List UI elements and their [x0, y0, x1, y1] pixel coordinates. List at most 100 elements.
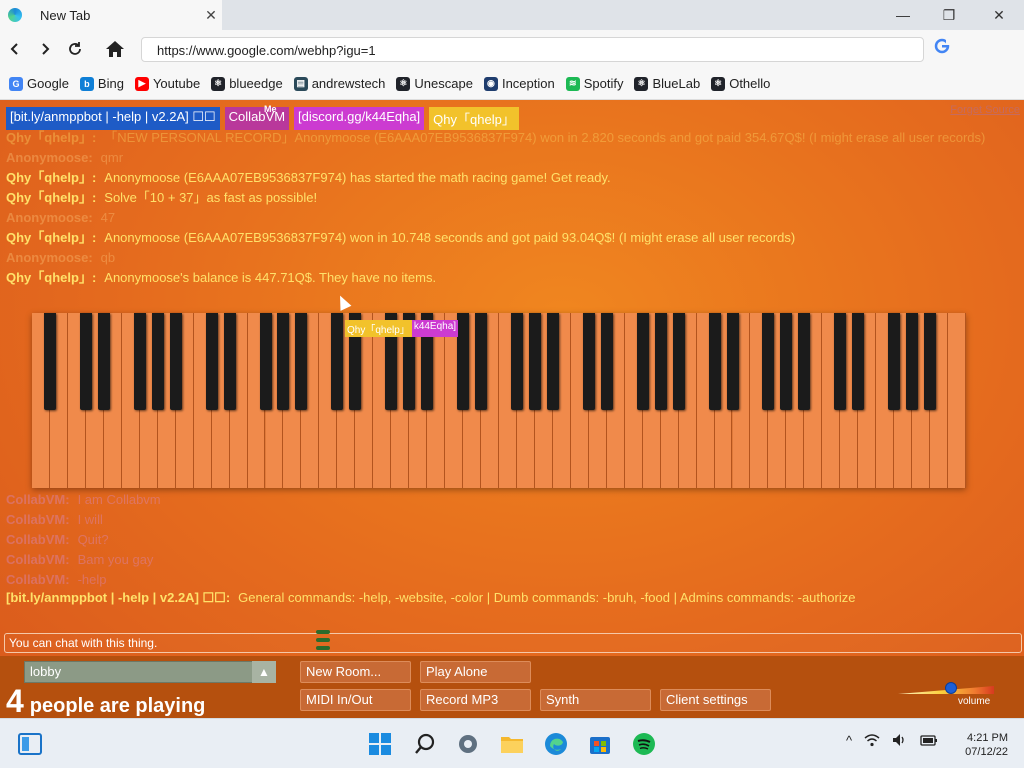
widgets-icon[interactable] [17, 731, 43, 757]
piano-black-key[interactable] [672, 313, 685, 410]
piano-black-key[interactable] [726, 313, 739, 410]
user-tag[interactable]: [discord.gg/k44Eqha] [294, 107, 425, 130]
bookmarks-bar: G Google b Bing ▶ Youtube ⚛ blueedge ▤ andrewstec… [0, 68, 1024, 100]
piano-black-key[interactable] [43, 313, 56, 410]
bookmark-othello[interactable]: ⚛ Othello [711, 76, 770, 91]
back-icon[interactable] [2, 36, 28, 62]
chat-text: Bam you gay [77, 552, 154, 567]
bookmark-google[interactable]: G Google [9, 76, 69, 91]
piano-black-key[interactable] [852, 313, 865, 410]
system-tray: ^ [846, 733, 938, 750]
bookmark-inception[interactable]: ◉ Inception [483, 76, 555, 91]
piano-black-key[interactable] [546, 313, 559, 410]
piano-black-key[interactable] [457, 313, 470, 410]
play-alone-button[interactable]: Play Alone [420, 661, 531, 683]
room-dropdown-arrow-icon[interactable]: ▲ [252, 661, 276, 683]
piano-black-key[interactable] [600, 313, 613, 410]
home-icon[interactable] [102, 36, 128, 62]
bookmark-andrewstech[interactable]: ▤ andrewstech [293, 76, 385, 91]
bookmark-label: Bing [97, 76, 124, 91]
piano-black-key[interactable] [79, 313, 92, 410]
volume-knob[interactable] [944, 682, 957, 694]
address-bar[interactable]: https://www.google.com/webhp?igu=1 [141, 37, 924, 62]
chat-author: CollabVM: [6, 492, 70, 507]
piano-black-key[interactable] [205, 313, 218, 410]
volume-slider[interactable] [898, 682, 994, 697]
piano-black-key[interactable] [906, 313, 919, 410]
chat-message: CollabVM: Quit? [6, 530, 1016, 550]
browser-titlebar: New Tab ✕ — ❐ ✕ [0, 0, 1024, 30]
search-icon[interactable] [412, 731, 438, 757]
taskbar-clock[interactable]: 4:21 PM 07/12/22 [956, 731, 1008, 759]
browser-tab[interactable]: New Tab ✕ [0, 0, 222, 30]
piano-black-key[interactable] [295, 313, 308, 410]
piano-black-key[interactable] [97, 313, 110, 410]
spotify-taskbar-icon[interactable] [631, 731, 657, 757]
chat-input[interactable]: You can chat with this thing. [4, 633, 1022, 653]
bookmark-youtube[interactable]: ▶ Youtube [134, 76, 200, 91]
piano-black-key[interactable] [762, 313, 775, 410]
bookmark-spotify[interactable]: ≋ Spotify [565, 76, 623, 91]
piano-black-key[interactable] [798, 313, 811, 410]
minimize-button[interactable]: — [880, 0, 926, 30]
bookmark-bing[interactable]: b Bing [79, 76, 124, 91]
midi-button[interactable]: MIDI In/Out [300, 689, 411, 711]
piano-black-key[interactable] [924, 313, 937, 410]
chat-text: Solve「10 + 37」as fast as possible! [104, 190, 318, 205]
bookmark-unescape[interactable]: ⚛ Unescape [396, 76, 473, 91]
piano-black-key[interactable] [223, 313, 236, 410]
piano-black-key[interactable] [259, 313, 272, 410]
start-icon[interactable] [367, 731, 393, 757]
chat-author: Qhy「qhelp」: [6, 190, 97, 205]
piano-black-key[interactable] [151, 313, 164, 410]
piano-black-key[interactable] [169, 313, 182, 410]
google-icon[interactable] [934, 38, 950, 59]
edge-taskbar-icon[interactable] [543, 731, 569, 757]
user-tag[interactable]: [bit.ly/anmppbot | -help | v2.2A] ☐☐ [6, 107, 220, 130]
chat-message: Qhy「qhelp」: Anonymoose (E6AAA07EB9536837F… [6, 228, 1016, 248]
source-link[interactable]: Forget Source [950, 104, 1020, 116]
speaker-icon[interactable] [892, 733, 908, 750]
tray-chevron-icon[interactable]: ^ [846, 733, 852, 750]
settings-icon[interactable] [455, 731, 481, 757]
synth-button[interactable]: Synth [540, 689, 651, 711]
piano-black-key[interactable] [834, 313, 847, 410]
new-room-button[interactable]: New Room... [300, 661, 411, 683]
forward-icon[interactable] [32, 36, 58, 62]
piano-keyboard[interactable] [32, 313, 966, 488]
chat-author: CollabVM: [6, 512, 70, 527]
wifi-icon[interactable] [864, 733, 880, 750]
refresh-icon[interactable] [62, 36, 88, 62]
bookmark-label: BlueLab [652, 76, 701, 91]
piano-black-key[interactable] [475, 313, 488, 410]
piano-black-key[interactable] [331, 313, 344, 410]
client-settings-button[interactable]: Client settings [660, 689, 771, 711]
user-tag[interactable]: Qhy「qhelp」 [429, 107, 519, 130]
tab-close-icon[interactable]: ✕ [200, 7, 222, 24]
piano-black-key[interactable] [510, 313, 523, 410]
bookmark-bluelab[interactable]: ⚛ BlueLab [634, 76, 700, 91]
resize-handle-icon[interactable] [316, 628, 330, 652]
chat-author: CollabVM: [6, 552, 70, 567]
bookmark-blueedge[interactable]: ⚛ blueedge [211, 76, 283, 91]
chat-text: Quit? [77, 532, 109, 547]
piano-black-key[interactable] [133, 313, 146, 410]
file-explorer-icon[interactable] [499, 731, 525, 757]
restore-button[interactable]: ❐ [926, 0, 972, 30]
piano-black-key[interactable] [708, 313, 721, 410]
piano-black-key[interactable] [528, 313, 541, 410]
chat-log-lower: CollabVM: I am Collabvm CollabVM: I will Col… [6, 490, 1016, 590]
store-icon[interactable] [587, 731, 613, 757]
piano-white-key[interactable] [948, 313, 966, 488]
piano-black-key[interactable] [780, 313, 793, 410]
piano-black-key[interactable] [636, 313, 649, 410]
battery-icon[interactable] [920, 733, 938, 750]
piano-black-key[interactable] [277, 313, 290, 410]
record-mp3-button[interactable]: Record MP3 [420, 689, 531, 711]
piano-black-key[interactable] [654, 313, 667, 410]
room-select[interactable]: lobby [24, 661, 276, 683]
piano-black-key[interactable] [888, 313, 901, 410]
user-tag[interactable]: CollabVM [224, 107, 290, 130]
piano-black-key[interactable] [582, 313, 595, 410]
close-window-button[interactable]: ✕ [976, 0, 1022, 30]
